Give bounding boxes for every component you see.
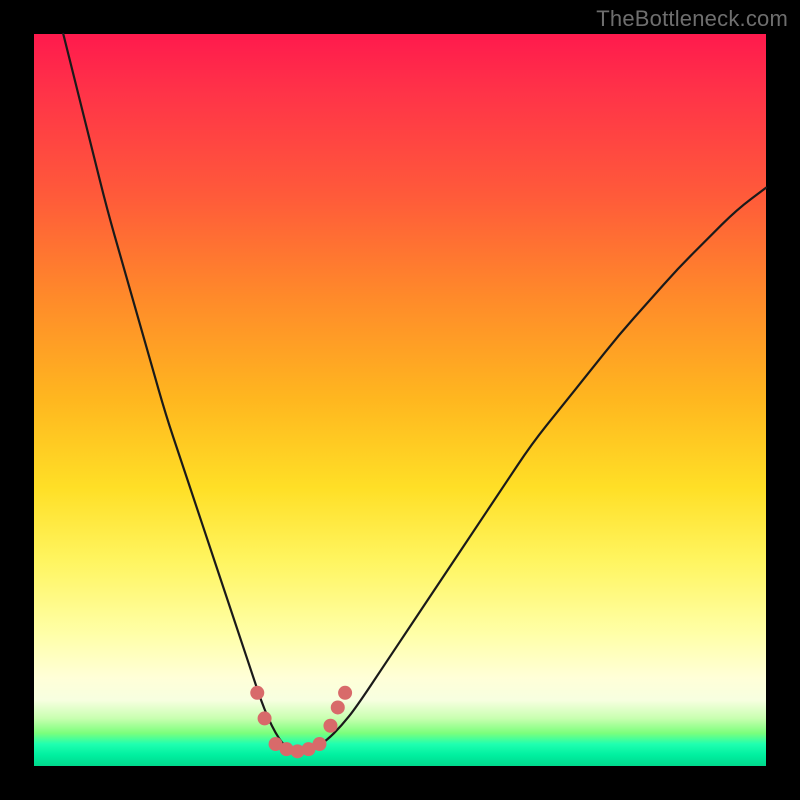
watermark-text: TheBottleneck.com [596, 6, 788, 32]
curve-marker [338, 686, 352, 700]
bottleneck-curve [63, 34, 766, 751]
curve-marker [250, 686, 264, 700]
curve-marker [331, 700, 345, 714]
marker-group [250, 686, 352, 759]
curve-marker [258, 711, 272, 725]
curve-marker [323, 719, 337, 733]
plot-area [34, 34, 766, 766]
curve-marker [312, 737, 326, 751]
chart-svg [34, 34, 766, 766]
chart-frame: TheBottleneck.com [0, 0, 800, 800]
